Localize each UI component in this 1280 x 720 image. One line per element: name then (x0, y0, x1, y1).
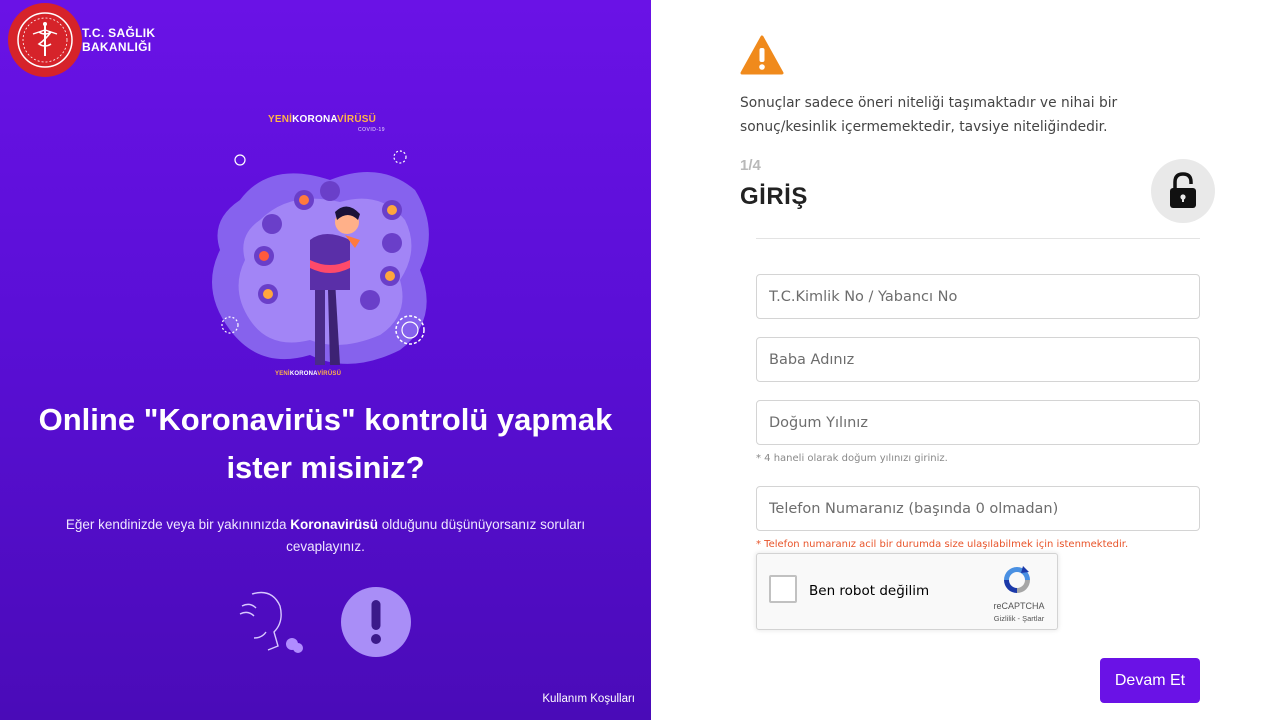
brand-footer: YENİKORONAVİRÜSÜ (275, 371, 341, 377)
logo-line-2: BAKANLIĞI (82, 40, 152, 54)
phone-input[interactable] (756, 486, 1200, 531)
recaptcha-checkbox[interactable] (769, 575, 797, 603)
tc-kimlik-input[interactable] (756, 274, 1200, 319)
brand-title: YENİKORONAVİRÜSÜ (268, 114, 376, 125)
sub-bold: Koronavirüsü (290, 517, 378, 532)
brand-yeni: YENİ (268, 114, 293, 125)
headline: Online "Koronavirüs" kontrolü yapmak ist… (0, 396, 651, 492)
recaptcha-brand: reCAPTCHA (993, 601, 1045, 611)
warning-icon (740, 35, 784, 75)
birth-year-hint: * 4 haneli olarak doğum yılınızı giriniz… (756, 453, 948, 464)
bottom-illustrations (239, 587, 411, 657)
continue-button[interactable]: Devam Et (1100, 658, 1200, 703)
recaptcha-widget: Ben robot değilim reCAPTCHA Gizlilik - Ş… (756, 553, 1058, 630)
divider (756, 238, 1200, 239)
ministry-emblem-icon (10, 5, 80, 75)
coughing-person-illustration (212, 150, 429, 365)
phone-hint: * Telefon numaranız acil bir durumda siz… (756, 539, 1129, 550)
sub-pre: Eğer kendinizde veya bir yakınınızda (65, 517, 291, 532)
father-name-input[interactable] (756, 337, 1200, 382)
left-panel: T.C. SAĞLIK BAKANLIĞI YENİKORONAVİRÜSÜ C… (0, 0, 651, 720)
lock-badge (1151, 159, 1215, 223)
recaptcha-logo-icon (1004, 566, 1030, 593)
headline-line-1: Online "Koronavirüs" kontrolü yapmak (38, 402, 613, 437)
page-title: GİRİŞ (740, 183, 808, 210)
headline-line-2: ister misiniz? (226, 450, 425, 485)
sick-person-icon (239, 591, 303, 653)
recaptcha-links[interactable]: Gizlilik - Şartlar (985, 614, 1053, 623)
birth-year-input[interactable] (756, 400, 1200, 445)
brand-covid: COVID-19 (358, 127, 386, 133)
brand-korona: KORONA (292, 114, 338, 125)
disclaimer-text: Sonuçlar sadece öneri niteliği taşımakta… (740, 95, 1118, 135)
exclamation-icon (341, 587, 411, 657)
brand-footer-virusu: VİRÜSÜ (317, 371, 342, 377)
subheading: Eğer kendinizde veya bir yakınınızda Kor… (40, 514, 611, 558)
ministry-logo: T.C. SAĞLIK BAKANLIĞI (10, 5, 155, 75)
recaptcha-label: Ben robot değilim (809, 583, 930, 599)
brand-footer-yeni: YENİ (275, 371, 290, 377)
terms-link[interactable]: Kullanım Koşulları (542, 693, 635, 705)
step-indicator: 1/4 (740, 157, 761, 174)
lock-icon (1170, 172, 1196, 208)
brand-footer-korona: KORONA (289, 371, 318, 377)
right-panel: Sonuçlar sadece öneri niteliği taşımakta… (651, 0, 1280, 720)
logo-line-1: T.C. SAĞLIK (82, 26, 156, 40)
brand-virusu: VİRÜSÜ (337, 114, 377, 125)
